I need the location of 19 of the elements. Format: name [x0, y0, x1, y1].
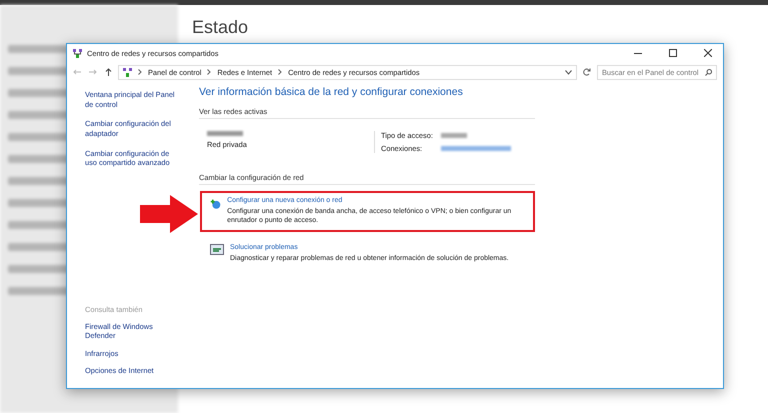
chevron-icon: [138, 69, 142, 75]
close-icon: [704, 49, 712, 57]
page-heading: Estado: [192, 17, 248, 38]
page-heading: Ver información básica de la red y configurar conexiones: [199, 86, 464, 98]
minimize-icon: [634, 52, 642, 54]
chevron-icon: [207, 69, 212, 75]
refresh-icon[interactable]: [583, 68, 591, 76]
network-globe-icon: [210, 197, 222, 211]
up-arrow-icon[interactable]: [105, 68, 112, 76]
blurred-network-name: [207, 131, 243, 136]
blurred-access-type: [441, 133, 467, 138]
dropdown-chevron-icon[interactable]: [565, 70, 572, 74]
search-icon: [705, 68, 712, 76]
chevron-icon: [278, 69, 282, 75]
network-app-icon: [73, 48, 82, 58]
pointer-arrow: [140, 195, 198, 233]
maximize-icon: [669, 49, 677, 57]
monitor-icon: [210, 244, 224, 257]
network-app-icon: [123, 68, 132, 76]
